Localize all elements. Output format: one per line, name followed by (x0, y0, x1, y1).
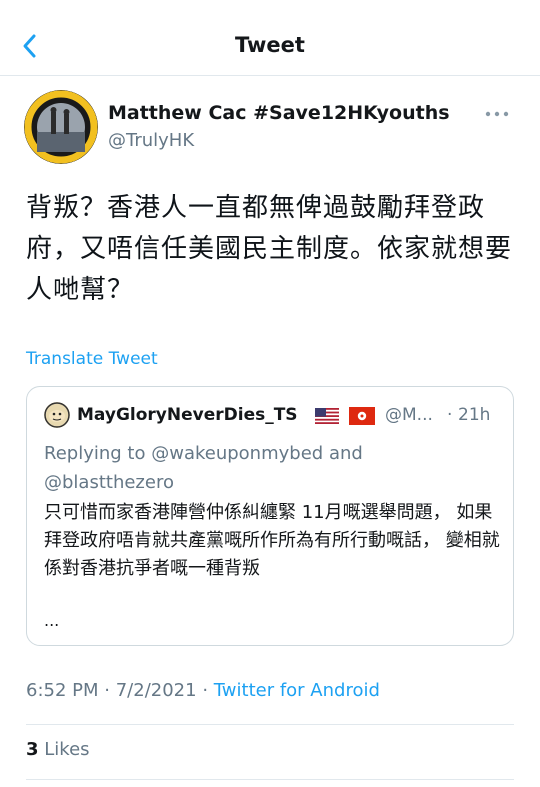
likes-label: Likes (44, 739, 90, 760)
tweet-author: Matthew Cac #Save12HKyouths @TrulyHK (24, 88, 524, 168)
replying-to: Replying to @wakeuponmybed and @blastthe… (44, 439, 484, 497)
top-bar: Tweet (0, 0, 540, 76)
divider (26, 779, 514, 780)
more-options-button[interactable] (482, 104, 512, 124)
hong-kong-flag-icon (349, 407, 375, 429)
quote-profile-picture (44, 402, 70, 428)
likes-number: 3 (26, 739, 39, 760)
more-icon (485, 111, 509, 117)
author-handle[interactable]: @TrulyHK (108, 130, 194, 151)
quote-author-name: MayGloryNeverDies_TS (77, 405, 298, 425)
quote-separator: · (447, 405, 453, 425)
divider (26, 724, 514, 725)
reply-user-link[interactable]: @blastthezero (44, 472, 174, 493)
likes-count[interactable]: 3 Likes (26, 739, 90, 760)
avatar[interactable] (24, 90, 98, 164)
tweet-date: 7/2/2021 (115, 680, 197, 701)
page-title: Tweet (235, 33, 305, 57)
meta-separator: · (104, 680, 110, 701)
quoted-tweet[interactable]: MayGloryNeverDies_TS @M... · 21h Replyin… (26, 386, 514, 646)
translate-tweet-link[interactable]: Translate Tweet (26, 349, 158, 369)
author-name[interactable]: Matthew Cac #Save12HKyouths (108, 102, 450, 124)
quote-timestamp: 21h (458, 405, 491, 425)
quote-avatar (44, 402, 70, 428)
tweet-metadata: 6:52 PM · 7/2/2021 · Twitter for Android (26, 680, 380, 701)
replying-to-and: and (328, 443, 363, 464)
tweet-time: 6:52 PM (26, 680, 99, 701)
meta-separator: · (202, 680, 209, 701)
us-flag-icon (315, 408, 339, 428)
profile-picture (24, 90, 98, 164)
replying-to-label: Replying to (44, 443, 146, 464)
quote-author-handle: @M... (385, 405, 433, 425)
tweet-text: 背叛？香港人一直都無俾過鼓勵拜登政府，又唔信任美國民主制度。依家就想要人哋幫？ (26, 193, 513, 305)
reply-user-link[interactable]: @wakeuponmybed (151, 443, 323, 464)
quote-ellipsis: ... (44, 611, 60, 630)
quote-text: 只可惜而家香港陣營仲係糾纏緊 11月嘅選舉問題， 如果拜登政府唔肯就共產黨嘅所作… (44, 502, 500, 579)
tweet-source-link[interactable]: Twitter for Android (214, 680, 380, 701)
